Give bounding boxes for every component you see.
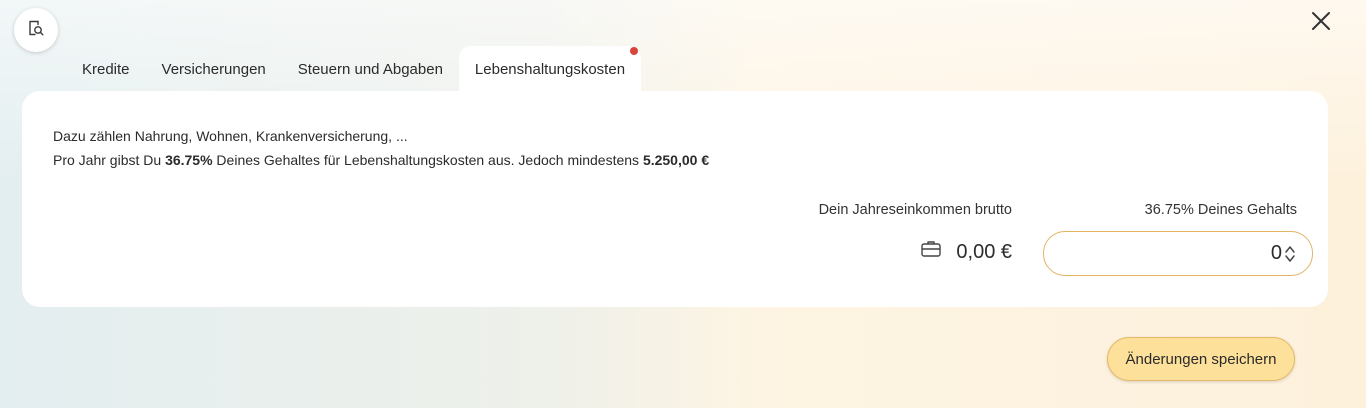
chevron-down-icon xyxy=(1285,254,1295,262)
description-percent: 36.75% xyxy=(165,152,213,168)
content-card: Dazu zählen Nahrung, Wohnen, Krankenvers… xyxy=(22,91,1328,307)
income-display: 0,00 € xyxy=(920,239,1012,265)
document-search-icon xyxy=(26,18,46,43)
description-line-2: Pro Jahr gibst Du 36.75% Deines Gehaltes… xyxy=(53,148,709,172)
tab-label: Steuern und Abgaben xyxy=(297,60,443,78)
percentage-input[interactable] xyxy=(1082,242,1282,265)
tab-label: Kredite xyxy=(82,60,130,78)
close-icon xyxy=(1311,11,1331,36)
description-minimum: 5.250,00 € xyxy=(642,152,710,168)
preview-button[interactable] xyxy=(14,8,58,52)
description-line-1: Dazu zählen Nahrung, Wohnen, Krankenvers… xyxy=(53,128,408,144)
percentage-input-field[interactable] xyxy=(1043,231,1313,276)
tab-kredite[interactable]: Kredite xyxy=(66,46,146,92)
description: Dazu zählen Nahrung, Wohnen, Krankenvers… xyxy=(53,124,709,172)
tab-lebenshaltungskosten[interactable]: Lebenshaltungskosten xyxy=(458,46,642,92)
description-middle: Deines Gehaltes für Lebenshaltungskosten… xyxy=(212,152,643,168)
tab-label: Versicherungen xyxy=(161,60,266,78)
income-value: 0,00 € xyxy=(956,240,1012,263)
description-prefix: Pro Jahr gibst Du xyxy=(53,152,166,168)
save-changes-button[interactable]: Änderungen speichern xyxy=(1107,337,1295,381)
percentage-label: 36.75% Deines Gehalts xyxy=(1144,202,1297,218)
tab-label: Lebenshaltungskosten xyxy=(474,60,626,78)
briefcase-icon xyxy=(920,239,942,265)
tab-versicherungen[interactable]: Versicherungen xyxy=(146,46,282,92)
number-spinner[interactable] xyxy=(1284,243,1296,265)
notification-dot xyxy=(630,47,639,55)
chevron-up-icon xyxy=(1285,245,1295,253)
tab-bar: Kredite Versicherungen Steuern und Abgab… xyxy=(66,46,642,92)
income-label: Dein Jahreseinkommen brutto xyxy=(818,202,1012,218)
close-button[interactable] xyxy=(1306,8,1336,38)
tab-steuern-und-abgaben[interactable]: Steuern und Abgaben xyxy=(282,46,459,92)
